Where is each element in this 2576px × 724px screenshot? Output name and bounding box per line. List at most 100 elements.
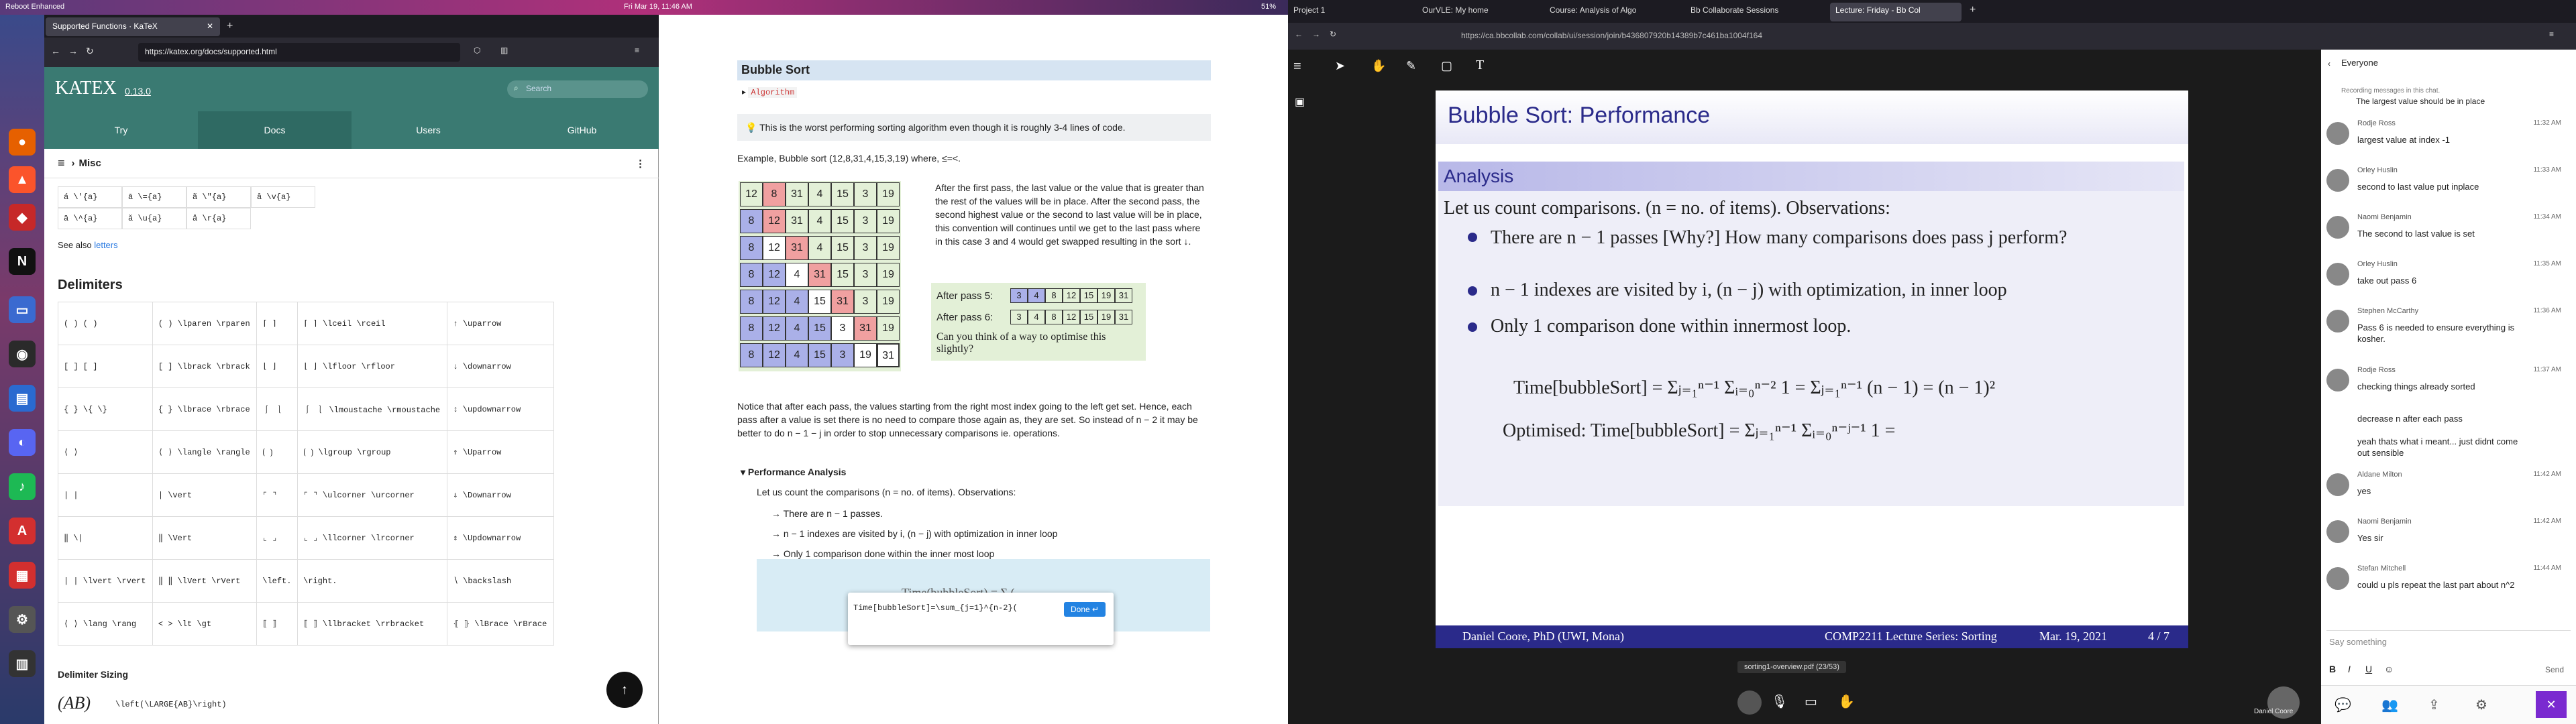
hand-icon[interactable]: ✋	[1838, 693, 1855, 710]
rectangle-icon[interactable]: ▢	[1441, 59, 1452, 73]
microphone-icon[interactable]: 🎙	[1771, 693, 1788, 710]
url-bar[interactable]: https://katex.org/docs/supported.html	[138, 43, 460, 62]
delimiters-table: ( ) ( )( ) \lparen \rparen ⌈ ⌉ ⌈ ⌉ \lceil …	[58, 302, 554, 646]
timestamp: 11:37 AM	[2533, 366, 2561, 373]
question-text: Can you think of a way to optimise this …	[936, 331, 1106, 355]
calculator-icon[interactable]: ▦	[9, 562, 36, 589]
version-link[interactable]: 0.13.0	[125, 86, 151, 97]
italic-icon[interactable]: I	[2348, 664, 2351, 674]
files-icon[interactable]: ▭	[9, 296, 36, 323]
emoji-icon[interactable]: ☺	[2384, 664, 2394, 674]
url-bar-right[interactable]: https://ca.bbcollab.com/collab/ui/sessio…	[1456, 28, 2046, 44]
tab-users[interactable]: Users	[352, 111, 505, 149]
underline-icon[interactable]: U	[2365, 664, 2372, 674]
user-avatar[interactable]	[2326, 567, 2349, 590]
share-panel-icon[interactable]: ▣	[1295, 95, 1305, 109]
pass-cell: 31	[877, 343, 900, 367]
delimiter-cell: { } \lbrace \rbrace	[152, 387, 258, 431]
brave-icon[interactable]: ▲	[9, 166, 36, 193]
obs-icon[interactable]: ◉	[9, 341, 36, 367]
library-icon[interactable]: ▥	[500, 46, 508, 55]
settings-icon[interactable]: ⚙	[2475, 697, 2487, 713]
perf-heading[interactable]: ▾ Performance Analysis	[741, 467, 846, 478]
tab-try[interactable]: Try	[44, 111, 198, 149]
chat-message: Naomi Benjamin 11:42 AM Yes sir	[2326, 518, 2571, 544]
delimiter-cell: ⟦ ⟧ \llbracket \rrbracket	[297, 602, 448, 646]
chat-icon[interactable]: 💬	[2334, 697, 2351, 713]
math-editor-input[interactable]: Time[bubbleSort]=\sum_{j=1}^{n-2}(	[853, 603, 1018, 613]
pdf-icon[interactable]: A	[9, 518, 36, 544]
note-text: This is the worst performing sorting alg…	[759, 122, 1126, 133]
delimiter-cell: ‖ \|	[58, 516, 153, 560]
tab-docs[interactable]: Docs	[198, 111, 352, 149]
discord-icon[interactable]: ◐	[9, 429, 36, 456]
reload-icon[interactable]: ↻	[1330, 29, 1336, 39]
back-icon[interactable]: ←	[51, 46, 60, 56]
pocket-icon[interactable]: ⬡	[474, 46, 480, 55]
user-avatar[interactable]	[2326, 520, 2349, 543]
user-avatar[interactable]	[2326, 216, 2349, 239]
scroll-top-button[interactable]: ↑	[606, 672, 643, 708]
tab-katex[interactable]: Supported Functions · KaTeX ✕	[46, 17, 220, 36]
hamburger-icon[interactable]: ≡	[58, 156, 65, 170]
reload-icon[interactable]: ↻	[86, 46, 94, 57]
after-cell: 31	[1115, 310, 1132, 324]
bold-icon[interactable]: B	[2329, 664, 2336, 674]
user-avatar[interactable]	[2326, 369, 2349, 391]
tab-github[interactable]: GitHub	[505, 111, 659, 149]
search-input[interactable]: Search	[507, 80, 648, 98]
firefox-icon[interactable]: ●	[9, 129, 36, 156]
delimiters-heading: Delimiters	[58, 278, 123, 292]
perf-item: → n − 1 indexes are visited by i, (n − j…	[771, 528, 1058, 539]
new-tab-icon[interactable]: +	[227, 20, 233, 32]
back-icon[interactable]: ←	[1295, 29, 1303, 39]
file-label: sorting1-overview.pdf (23/53)	[1737, 661, 1846, 673]
tab-lecture-active[interactable]: Lecture: Friday - Bb Col	[1830, 3, 1962, 21]
close-panel-icon[interactable]: ✕	[2536, 691, 2567, 718]
pen-icon[interactable]: ✎	[1406, 59, 1416, 73]
algorithm-toggle[interactable]: ▸ Algorithm	[742, 87, 798, 98]
new-tab-icon[interactable]: +	[1970, 4, 1976, 16]
clock[interactable]: Fri Mar 19, 11:46 AM	[624, 3, 692, 11]
menu-icon[interactable]: ≡	[635, 46, 639, 55]
user-avatar[interactable]	[2326, 310, 2349, 333]
tab-bb-sessions[interactable]: Bb Collaborate Sessions	[1690, 5, 1825, 15]
letters-link[interactable]: letters	[94, 240, 117, 250]
pan-icon[interactable]: ✋	[1371, 59, 1386, 73]
more-icon[interactable]: ⋮	[635, 158, 645, 170]
tab-project1[interactable]: Project 1	[1293, 5, 1414, 15]
user-avatar[interactable]	[2326, 169, 2349, 192]
terminal-icon[interactable]: ▤	[9, 385, 36, 412]
camera-icon[interactable]: ▭	[1805, 693, 1817, 710]
done-button[interactable]: Done ↵	[1064, 602, 1106, 617]
user-avatar[interactable]	[2326, 263, 2349, 286]
collab-menu-icon[interactable]: ≡	[1293, 59, 1301, 74]
forward-icon[interactable]: →	[68, 46, 78, 56]
share-content-icon[interactable]: ⇪	[2428, 697, 2440, 713]
user-avatar[interactable]	[2326, 473, 2349, 496]
pass-cell: 3	[854, 182, 877, 206]
tab-course[interactable]: Course: Analysis of Algo	[1550, 5, 1684, 15]
send-button[interactable]: Send	[2545, 665, 2564, 674]
close-icon[interactable]: ✕	[207, 21, 213, 31]
spotify-icon[interactable]: ♪	[9, 473, 36, 500]
menu-icon[interactable]: ≡	[2549, 29, 2554, 39]
settings-icon[interactable]: ⚙	[9, 606, 36, 633]
attendees-icon[interactable]: 👥	[2381, 697, 2398, 713]
katex-logo[interactable]: KATEX	[55, 78, 117, 99]
notion-icon[interactable]: N	[9, 248, 36, 275]
after6-values: 3 4 8 12 15 19 31	[1010, 310, 1132, 324]
user-avatar[interactable]	[2326, 122, 2349, 145]
chevron-left-icon[interactable]: ‹	[2328, 59, 2330, 68]
pointer-icon[interactable]: ➤	[1335, 59, 1345, 73]
app-red-icon[interactable]: ◆	[9, 204, 36, 231]
text-tool-icon[interactable]: T	[1476, 58, 1484, 73]
my-avatar[interactable]	[1737, 690, 1762, 715]
trash-icon[interactable]: ▥	[9, 650, 36, 677]
chat-input[interactable]: Say something	[2329, 637, 2568, 647]
forward-icon[interactable]: →	[1312, 29, 1320, 39]
tab-ourvle[interactable]: OurVLE: My home	[1422, 5, 1543, 15]
pass-cell: 19	[877, 182, 900, 206]
accents-table: á \'{a} ā \={a} ã \"{a} ȃ \v{a} ā \^{a} …	[58, 186, 315, 229]
chat-footer: 💬 👥 ⇪ ⚙ ✕	[2321, 685, 2576, 724]
